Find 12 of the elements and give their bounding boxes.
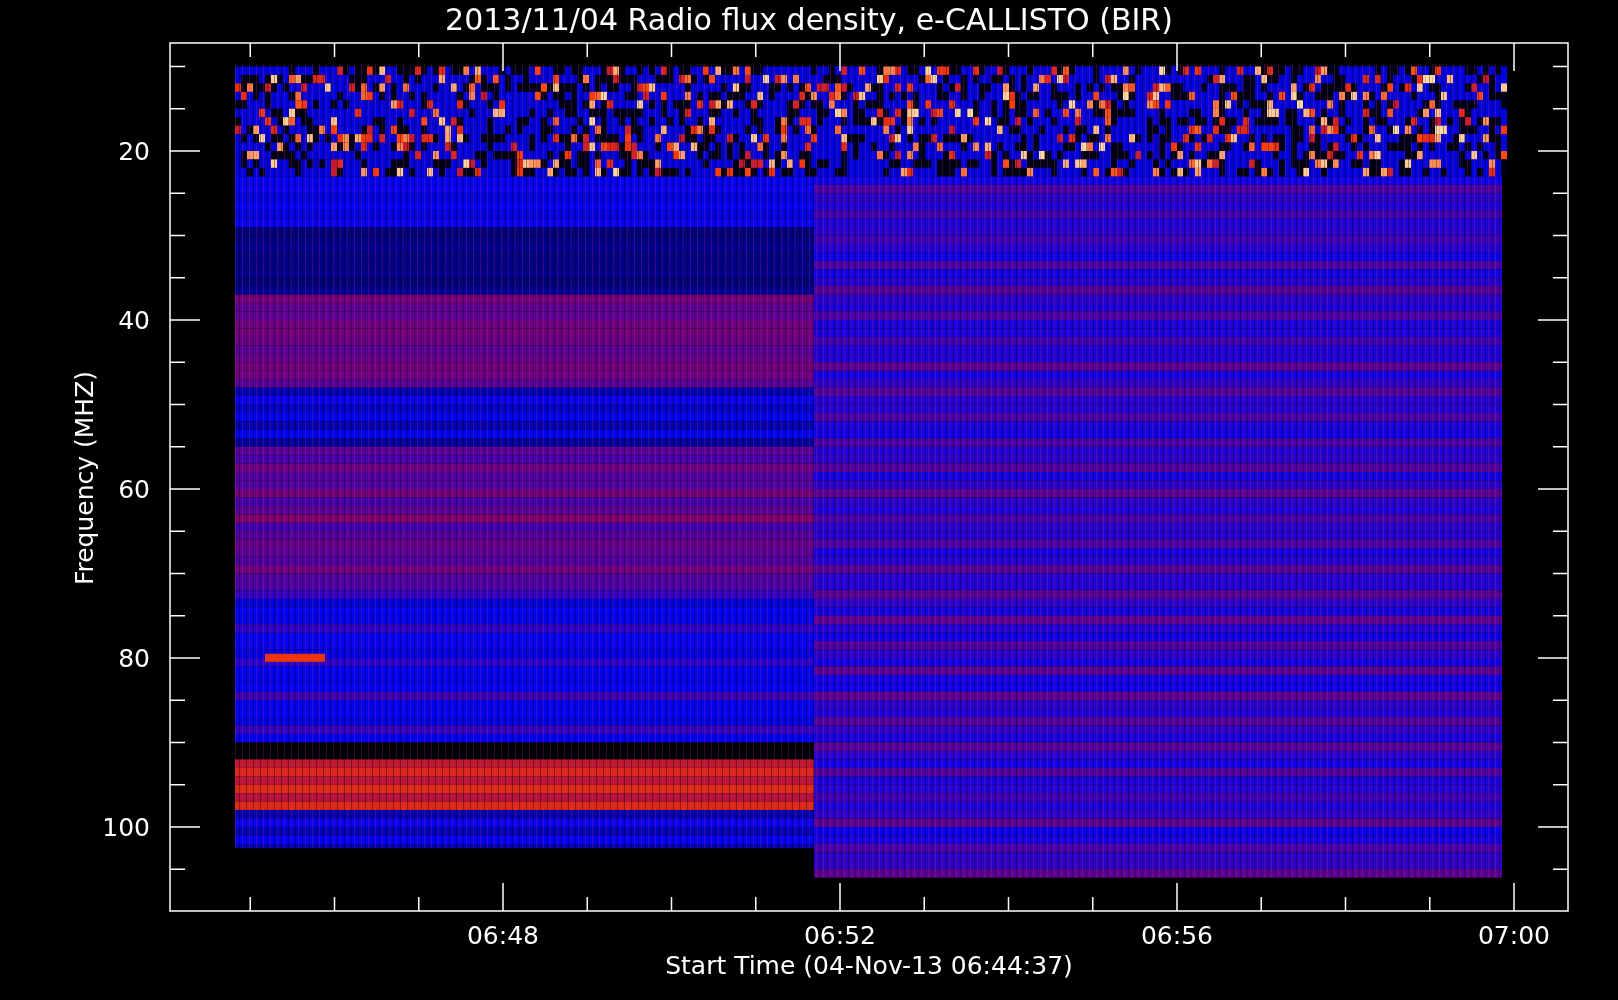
x-tick-label: 06:52 (804, 921, 876, 950)
y-axis-label: Frequency (MHZ) (70, 370, 99, 586)
y-tick-label: 60 (118, 475, 150, 504)
y-tick-label: 80 (118, 644, 150, 673)
x-tick-label: 06:56 (1141, 921, 1213, 950)
chart-title: 2013/11/04 Radio flux density, e-CALLISTO (BIR) (445, 2, 1173, 37)
y-tick-label: 40 (118, 306, 150, 335)
y-tick-label: 100 (102, 813, 150, 842)
y-tick-label: 20 (118, 137, 150, 166)
x-axis-label: Start Time (04-Nov-13 06:44:37) (665, 951, 1073, 980)
x-tick-label: 06:48 (467, 921, 539, 950)
x-tick-label: 07:00 (1478, 921, 1550, 950)
